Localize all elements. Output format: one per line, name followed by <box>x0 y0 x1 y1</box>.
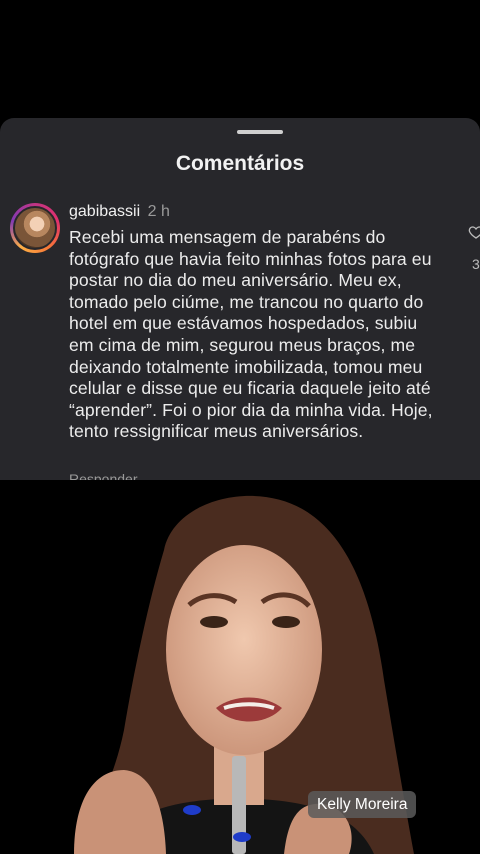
comment-text: Recebi uma mensagem de parabéns do fotóg… <box>69 227 433 442</box>
comments-sheet: Comentários gabibassii 2 h Recebi uma me… <box>0 118 480 480</box>
like-count: 3 <box>472 256 480 272</box>
comment-header: gabibassii 2 h <box>69 203 170 221</box>
reply-button[interactable]: Responder <box>69 471 138 480</box>
commenter-avatar[interactable] <box>10 203 60 253</box>
comment-timestamp: 2 h <box>147 203 170 220</box>
comment-username[interactable]: gabibassii <box>69 203 140 220</box>
speaker-name-tag: Kelly Moreira <box>308 791 417 818</box>
sheet-title: Comentários <box>175 152 305 175</box>
heart-outline-icon[interactable] <box>468 224 480 240</box>
avatar-photo <box>13 206 57 250</box>
sheet-drag-handle[interactable] <box>237 130 283 134</box>
